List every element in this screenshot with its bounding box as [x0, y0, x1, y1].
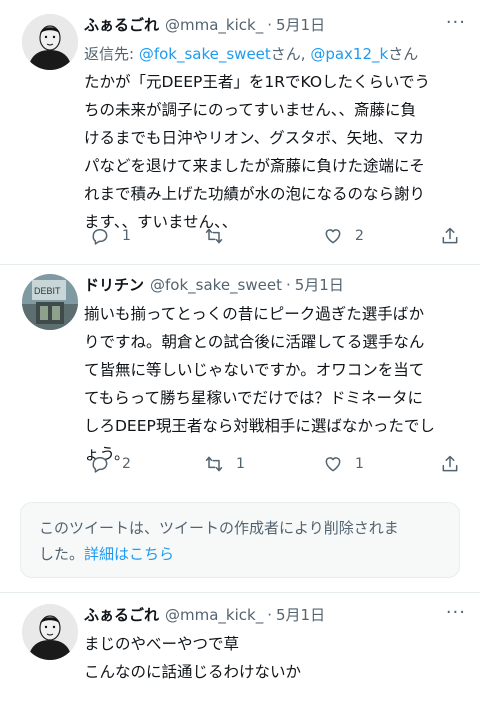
reply-button[interactable]: 1: [90, 226, 131, 246]
details-link[interactable]: 詳細はこちら: [84, 545, 174, 563]
like-button[interactable]: 1: [323, 454, 364, 474]
tweet-2[interactable]: DEBIT ドリチン @fok_sake_sweet · 5月1日 揃いも揃って…: [0, 274, 480, 484]
tweet-text-line: てもらって勝ち星稼いでだけでは？ドミネータに: [84, 389, 423, 407]
display-name[interactable]: ドリチン: [84, 275, 144, 295]
retweet-icon: [205, 456, 223, 472]
tweet-text-line: まじのやべーやつで草: [84, 635, 240, 653]
user-handle[interactable]: @fok_sake_sweet: [150, 275, 282, 295]
tweet-text-line: こんなのに話通じるわけないか: [84, 663, 302, 681]
reply-icon: [92, 229, 108, 245]
reply-to-mid: さん,: [270, 45, 311, 63]
tweet-1[interactable]: ふぁるごれ @mma_kick_ · 5月1日 ··· 返信先: @fok_sa…: [0, 14, 480, 259]
more-icon[interactable]: ···: [446, 604, 466, 622]
tweet-actions: 1 2: [90, 226, 462, 250]
tweet-header: ふぁるごれ @mma_kick_ · 5月1日: [84, 604, 464, 626]
tweet-text-line: れまで積み上げた功績が水の泡になるのなら謝り: [84, 185, 426, 203]
deleted-notice-line: このツイートは、ツイートの作成者により削除されま: [39, 519, 399, 537]
tweet-text-line: て皆無に等しいじゃないですか。オワコンを当て: [84, 361, 425, 379]
mention-link[interactable]: @pax12_k: [310, 45, 388, 63]
share-button[interactable]: [440, 226, 460, 246]
heart-icon: [325, 229, 341, 244]
reply-to-suffix: さん: [388, 45, 419, 63]
tweet-header: ふぁるごれ @mma_kick_ · 5月1日: [84, 14, 464, 36]
share-button[interactable]: [440, 454, 460, 474]
more-icon[interactable]: ···: [446, 14, 466, 32]
tweet-date[interactable]: 5月1日: [295, 275, 344, 295]
tweet-date[interactable]: 5月1日: [276, 605, 325, 625]
deleted-notice-line: した。詳細はこちら: [39, 541, 441, 567]
user-handle[interactable]: @mma_kick_: [165, 15, 263, 35]
deleted-tweet-notice: このツイートは、ツイートの作成者により削除されま した。詳細はこちら: [20, 502, 460, 578]
separator-dot: ·: [267, 606, 272, 624]
reply-to: 返信先: @fok_sake_sweetさん, @pax12_kさん: [84, 44, 464, 64]
tweet-3[interactable]: ふぁるごれ @mma_kick_ · 5月1日 ··· まじのやべーやつで草 こ…: [0, 604, 480, 721]
tweet-text: たかが「元DEEP王者」を1RでKOしたくらいでう ちの未来が調子にのってすいま…: [84, 68, 464, 236]
tweet-text-line: ちの未来が調子にのってすいません、、斎藤に負: [84, 101, 417, 119]
like-count: 1: [355, 456, 364, 472]
tweet-divider: [0, 592, 480, 593]
display-name[interactable]: ふぁるごれ: [84, 605, 159, 625]
deleted-notice-prefix: した。: [39, 545, 85, 563]
heart-icon: [325, 457, 341, 472]
tweet-text-line: しろDEEP現王者なら対戦相手に選ばなかったでし: [84, 417, 435, 435]
share-icon: [442, 455, 458, 472]
reply-to-prefix: 返信先:: [84, 45, 139, 63]
like-count: 2: [355, 228, 364, 244]
tweet-text-line: 揃いも揃ってとっくの昔にピーク過ぎた選手ばか: [84, 305, 425, 323]
separator-dot: ·: [267, 16, 272, 34]
tweet-actions: 2 1 1: [90, 454, 462, 478]
retweet-count: 1: [236, 456, 245, 472]
tweet-header: ドリチン @fok_sake_sweet · 5月1日: [84, 274, 464, 296]
like-button[interactable]: 2: [323, 226, 364, 246]
tweet-text: 揃いも揃ってとっくの昔にピーク過ぎた選手ばか りですね。朝倉との試合後に活躍して…: [84, 300, 464, 468]
reply-icon: [92, 457, 108, 473]
display-name[interactable]: ふぁるごれ: [84, 15, 159, 35]
reply-count: 1: [122, 228, 131, 244]
tweet-text-line: パなどを退けて来ましたが斎藤に負けた途端にそ: [84, 157, 425, 175]
tweet-text-line: けるまでも日沖やリオン、グスタボ、矢地、マカ: [84, 129, 425, 147]
tweet-text-line: りですね。朝倉との試合後に活躍してる選手なん: [84, 333, 425, 351]
reply-button[interactable]: 2: [90, 454, 131, 474]
retweet-button[interactable]: [204, 226, 236, 246]
retweet-button[interactable]: 1: [204, 454, 245, 474]
mention-link[interactable]: @fok_sake_sweet: [139, 45, 271, 63]
tweet-text: まじのやべーやつで草 こんなのに話通じるわけないか: [84, 630, 464, 686]
user-handle[interactable]: @mma_kick_: [165, 605, 263, 625]
tweet-date[interactable]: 5月1日: [276, 15, 325, 35]
reply-count: 2: [122, 456, 131, 472]
tweet-text-line: たかが「元DEEP王者」を1RでKOしたくらいでう: [84, 73, 431, 91]
separator-dot: ·: [285, 276, 291, 294]
share-icon: [442, 227, 458, 244]
tweet-divider: [0, 264, 480, 265]
retweet-icon: [205, 228, 223, 244]
